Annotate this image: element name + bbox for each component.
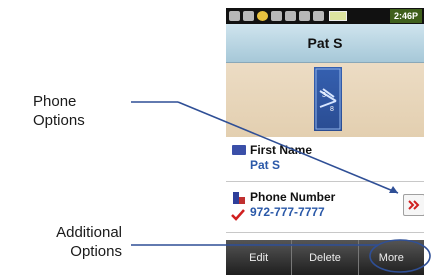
- callout-leader-lines: [131, 101, 431, 273]
- additional-options-leader: [131, 239, 431, 273]
- phone-options-leader: [131, 101, 399, 194]
